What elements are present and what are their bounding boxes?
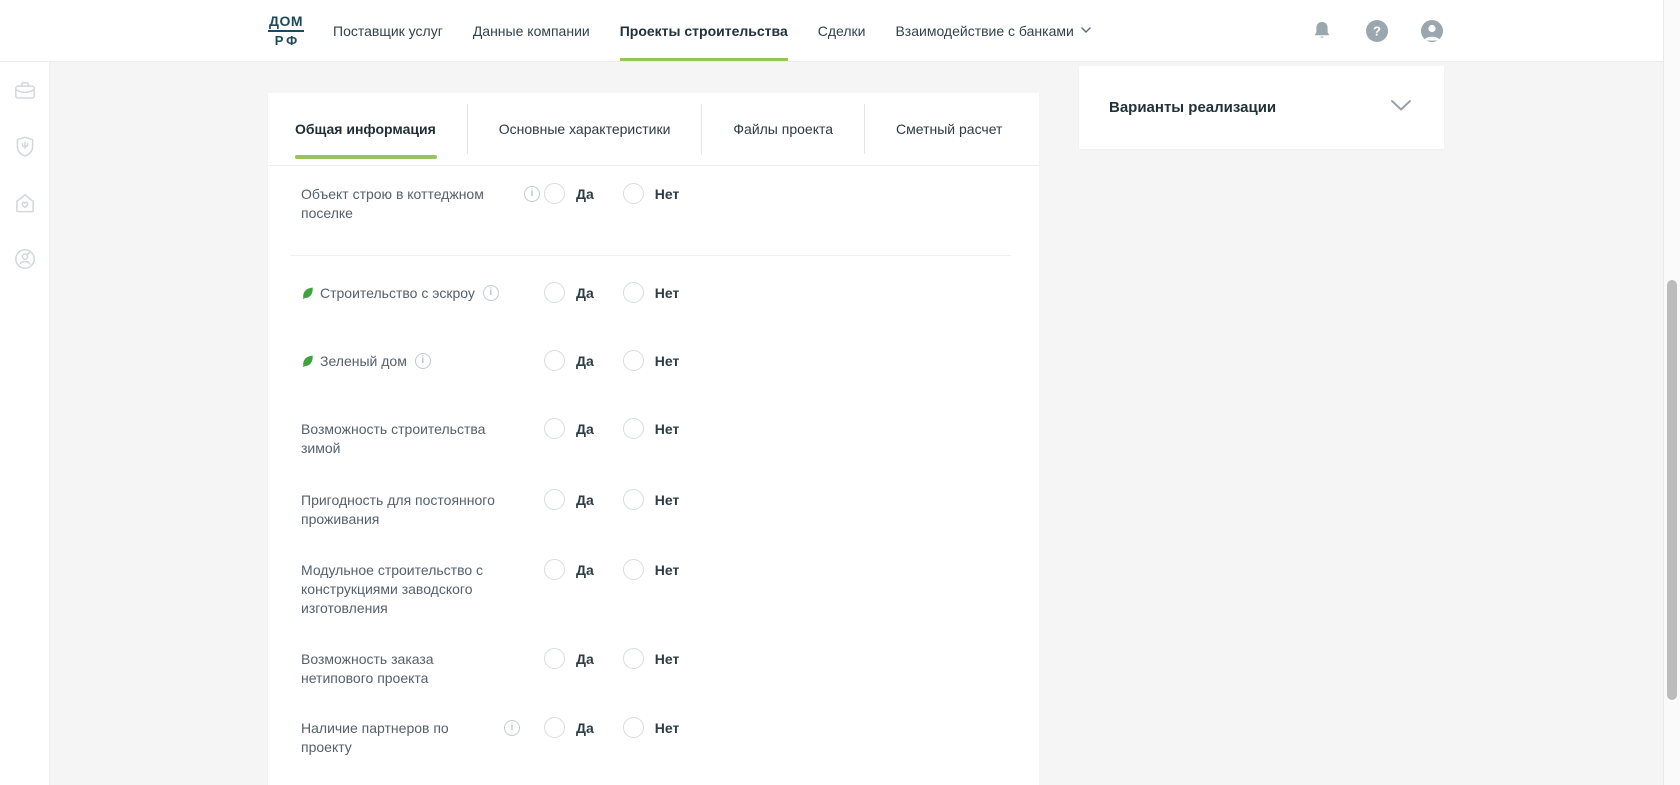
logo-line2: РФ	[268, 32, 307, 47]
radio-no-label: Нет	[655, 285, 680, 301]
form-row-winter-construction: Возможность строительства зимой Да Нет	[268, 420, 1039, 458]
left-sidebar	[0, 62, 50, 785]
scrollbar-thumb[interactable]	[1667, 280, 1677, 700]
form-row-project-partners: Наличие партнеров по проекту i Да Нет	[268, 719, 1039, 757]
project-form-card: Общая информация Основные характеристики…	[268, 93, 1039, 785]
form-row-modular-construction: Модульное строительство с конструкциями …	[268, 561, 1039, 618]
radio-no-label: Нет	[655, 421, 680, 437]
radio-yes-label: Да	[576, 720, 594, 736]
radio-no-label: Нет	[655, 186, 680, 202]
vertical-scrollbar	[1663, 0, 1680, 785]
row-label: Модульное строительство с конструкциями …	[301, 561, 496, 618]
radio-yes[interactable]	[544, 350, 565, 371]
form-row-cottage-village: Объект строю в коттеджном поселке i Да Н…	[268, 185, 1039, 223]
radio-no[interactable]	[623, 418, 644, 439]
briefcase-icon[interactable]	[12, 78, 38, 104]
section-divider	[290, 255, 1011, 256]
form-row-permanent-residence: Пригодность для постоянного проживания Д…	[268, 491, 1039, 529]
bell-icon[interactable]	[1310, 19, 1334, 43]
info-icon[interactable]: i	[504, 720, 520, 736]
panel-title: Варианты реализации	[1109, 99, 1276, 116]
row-label: Строительство с эскроу	[320, 284, 475, 303]
radio-no[interactable]	[623, 350, 644, 371]
active-tab-underline	[295, 155, 437, 159]
radio-yes-label: Да	[576, 186, 594, 202]
shield-icon[interactable]	[12, 134, 38, 160]
logo-line1: ДОМ	[268, 14, 304, 32]
radio-no[interactable]	[623, 648, 644, 669]
radio-yes[interactable]	[544, 489, 565, 510]
help-icon[interactable]: ?	[1365, 19, 1389, 43]
info-icon[interactable]: i	[415, 353, 431, 369]
chevron-down-icon	[1081, 27, 1091, 34]
radio-yes-label: Да	[576, 651, 594, 667]
info-icon[interactable]: i	[524, 186, 540, 202]
nav-item-construction-projects[interactable]: Проекты строительства	[605, 0, 803, 61]
nav-item-company-data[interactable]: Данные компании	[458, 0, 605, 61]
chevron-down-icon[interactable]	[1390, 99, 1412, 117]
leaf-icon	[301, 354, 314, 373]
nav-item-service-provider[interactable]: Поставщик услуг	[318, 0, 458, 61]
radio-yes-label: Да	[576, 562, 594, 578]
radio-yes-label: Да	[576, 492, 594, 508]
tab-estimate[interactable]: Сметный расчет	[865, 93, 1033, 165]
radio-yes-label: Да	[576, 421, 594, 437]
active-nav-underline	[620, 58, 788, 61]
radio-yes[interactable]	[544, 559, 565, 580]
leaf-icon	[301, 286, 314, 305]
radio-no-label: Нет	[655, 492, 680, 508]
radio-yes-label: Да	[576, 285, 594, 301]
row-label: Наличие партнеров по проекту	[301, 719, 496, 757]
person-search-icon[interactable]	[12, 246, 38, 272]
radio-no[interactable]	[623, 717, 644, 738]
radio-yes[interactable]	[544, 418, 565, 439]
radio-no[interactable]	[623, 282, 644, 303]
house-heart-icon[interactable]	[12, 190, 38, 216]
row-label: Объект строю в коттеджном поселке	[301, 185, 496, 223]
radio-yes[interactable]	[544, 648, 565, 669]
form-row-custom-project-order: Возможность заказа нетипового проекта Да…	[268, 650, 1039, 688]
row-label: Зеленый дом	[320, 352, 407, 371]
radio-no-label: Нет	[655, 353, 680, 369]
radio-no-label: Нет	[655, 720, 680, 736]
radio-no-label: Нет	[655, 562, 680, 578]
radio-yes[interactable]	[544, 282, 565, 303]
top-header: ДОМ РФ Поставщик услуг Данные компании П…	[0, 0, 1680, 62]
info-icon[interactable]: i	[483, 285, 499, 301]
tab-main-characteristics[interactable]: Основные характеристики	[468, 93, 702, 165]
nav-item-bank-interaction[interactable]: Взаимодействие с банками	[880, 0, 1105, 61]
nav-item-deals[interactable]: Сделки	[803, 0, 881, 61]
form-row-green-house: Зеленый дом i Да Нет	[268, 352, 1039, 373]
row-label: Пригодность для постоянного проживания	[301, 491, 496, 529]
header-icon-group: ?	[1310, 0, 1444, 62]
implementation-options-panel[interactable]: Варианты реализации	[1079, 66, 1444, 149]
form-row-escrow: Строительство с эскроу i Да Нет	[268, 284, 1039, 305]
radio-yes[interactable]	[544, 717, 565, 738]
dom-rf-logo[interactable]: ДОМ РФ	[268, 14, 304, 47]
row-label: Возможность заказа нетипового проекта	[301, 650, 496, 688]
avatar-icon[interactable]	[1420, 19, 1444, 43]
row-label: Возможность строительства зимой	[301, 420, 496, 458]
tab-project-files[interactable]: Файлы проекта	[702, 93, 864, 165]
radio-no[interactable]	[623, 559, 644, 580]
radio-no-label: Нет	[655, 651, 680, 667]
radio-no[interactable]	[623, 489, 644, 510]
tab-bar: Общая информация Основные характеристики…	[268, 93, 1039, 166]
svg-text:?: ?	[1373, 24, 1381, 39]
radio-yes-label: Да	[576, 353, 594, 369]
tab-general-info[interactable]: Общая информация	[268, 93, 467, 165]
radio-yes[interactable]	[544, 183, 565, 204]
radio-no[interactable]	[623, 183, 644, 204]
main-nav: Поставщик услуг Данные компании Проекты …	[318, 0, 1106, 61]
